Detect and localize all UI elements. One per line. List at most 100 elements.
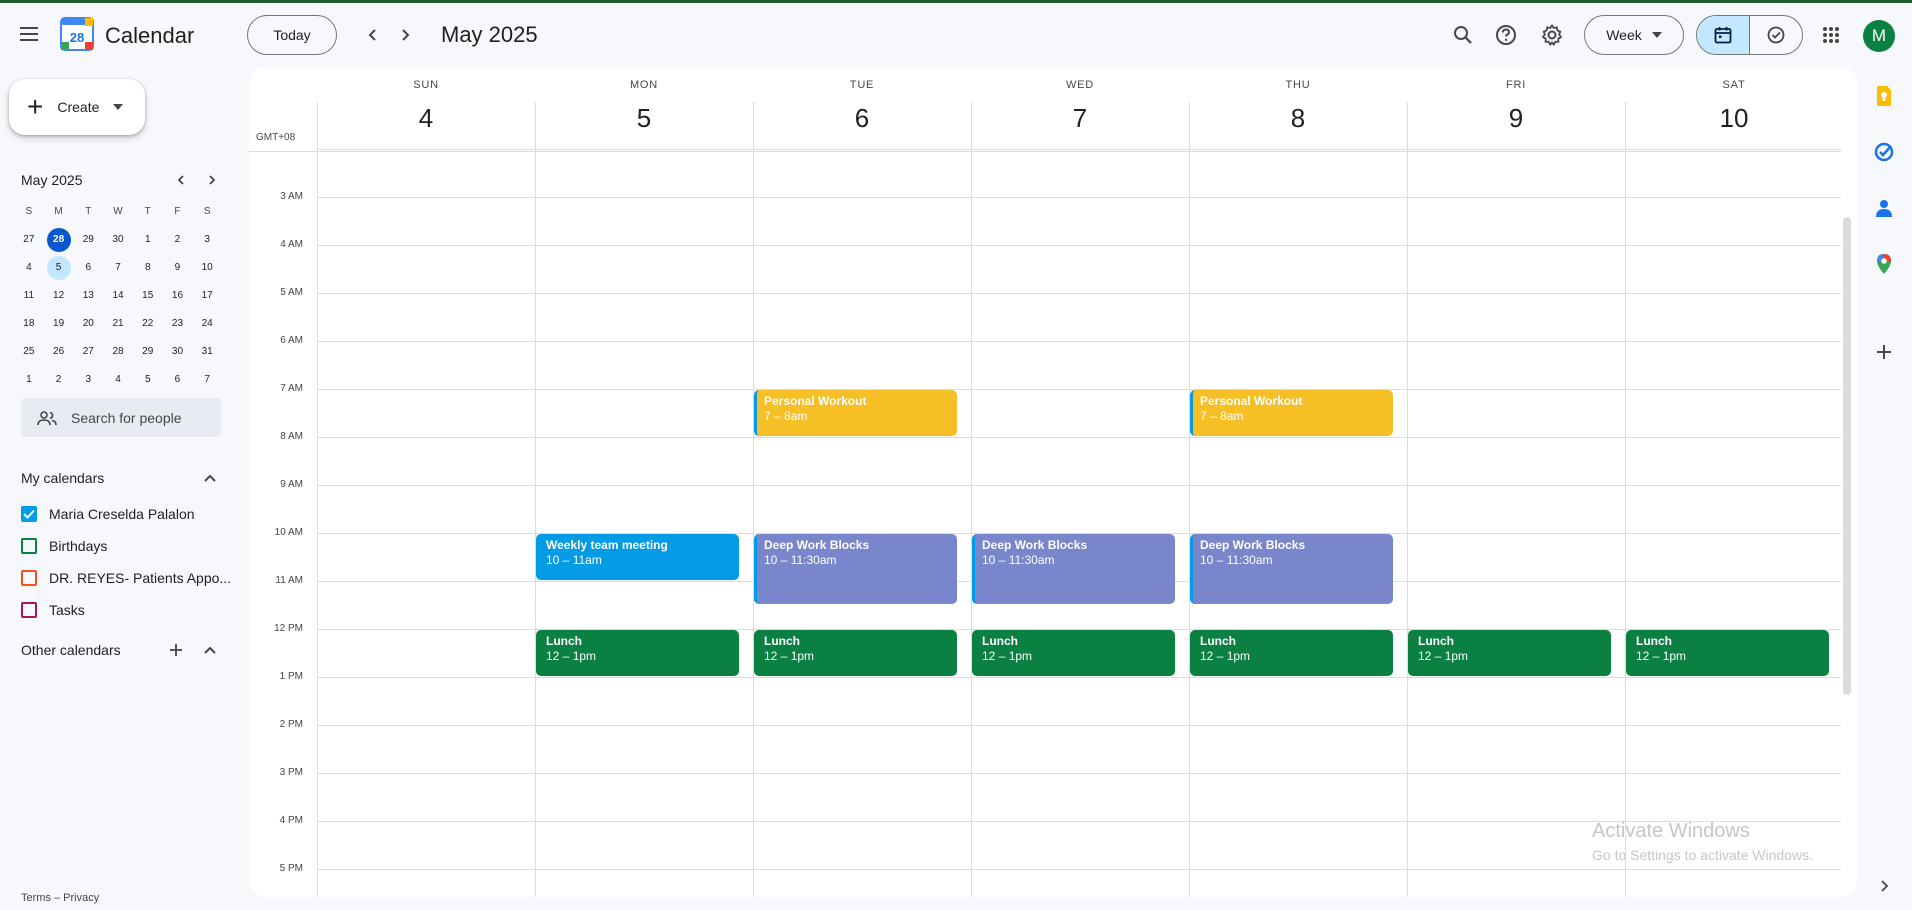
mini-calendar-previous-button[interactable]	[167, 166, 195, 194]
mini-calendar-day[interactable]: 1	[133, 228, 163, 252]
calendar-checkbox[interactable]	[21, 570, 37, 586]
calendar-event[interactable]: Lunch 12 – 1pm	[1190, 630, 1393, 676]
add-other-calendar-plus-icon[interactable]	[164, 638, 188, 662]
mini-calendar-day[interactable]: 3	[73, 368, 103, 392]
help-icon[interactable]	[1488, 17, 1524, 53]
day-number[interactable]: 6	[753, 103, 971, 134]
mini-calendar-day[interactable]: 6	[163, 368, 193, 392]
other-calendars-title[interactable]: Other calendars	[21, 642, 121, 658]
mini-calendar-day[interactable]: 16	[163, 284, 193, 308]
tasks-icon[interactable]	[1872, 140, 1896, 164]
calendar-item[interactable]: DR. REYES- Patients Appo...	[21, 566, 231, 590]
mini-calendar-day[interactable]: 9	[163, 256, 193, 280]
maps-icon[interactable]	[1872, 252, 1896, 276]
settings-gear-icon[interactable]	[1534, 17, 1570, 53]
terms-privacy-links[interactable]: Terms – Privacy	[21, 892, 99, 904]
mini-calendar-day[interactable]: 17	[192, 284, 222, 308]
expand-side-panel-chevron-icon[interactable]	[1872, 874, 1896, 898]
calendar-checkbox[interactable]	[21, 538, 37, 554]
mini-calendar-day[interactable]: 4	[14, 256, 44, 280]
grid-scrollbar[interactable]	[1843, 217, 1851, 695]
previous-week-button[interactable]	[355, 17, 391, 53]
mini-calendar-day[interactable]: 29	[73, 228, 103, 252]
mini-calendar-day[interactable]: 30	[103, 228, 133, 252]
mini-calendar-day[interactable]: 21	[103, 312, 133, 336]
calendar-item[interactable]: Maria Creselda Palalon	[21, 502, 195, 526]
calendar-event[interactable]: Lunch 12 – 1pm	[972, 630, 1175, 676]
search-icon[interactable]	[1445, 17, 1481, 53]
day-number[interactable]: 7	[971, 103, 1189, 134]
calendar-event[interactable]: Lunch 12 – 1pm	[536, 630, 739, 676]
contacts-icon[interactable]	[1872, 196, 1896, 220]
next-week-button[interactable]	[387, 17, 423, 53]
mini-calendar-day[interactable]: 5	[44, 256, 74, 280]
mini-calendar-day[interactable]: 11	[14, 284, 44, 308]
mini-calendar-day[interactable]: 27	[14, 228, 44, 252]
calendar-event[interactable]: Deep Work Blocks 10 – 11:30am	[1190, 534, 1393, 604]
mini-calendar-day[interactable]: 29	[133, 340, 163, 364]
mini-calendar-day[interactable]: 7	[192, 368, 222, 392]
calendar-checkbox[interactable]	[21, 506, 37, 522]
main-menu-icon[interactable]	[10, 15, 48, 53]
mini-calendar-day[interactable]: 28	[44, 228, 74, 252]
add-addon-plus-icon[interactable]	[1872, 340, 1896, 364]
mini-calendar-day[interactable]: 30	[163, 340, 193, 364]
calendar-event[interactable]: Deep Work Blocks 10 – 11:30am	[754, 534, 957, 604]
calendar-event[interactable]: Weekly team meeting 10 – 11am	[536, 534, 739, 580]
calendar-item[interactable]: Birthdays	[21, 534, 107, 558]
mini-calendar-day[interactable]: 27	[73, 340, 103, 364]
today-button[interactable]: Today	[247, 15, 337, 55]
mini-calendar-day[interactable]: 2	[44, 368, 74, 392]
day-column-header[interactable]: SAT 10	[1625, 67, 1843, 151]
view-switcher-dropdown[interactable]: Week	[1584, 15, 1684, 55]
mini-calendar-day[interactable]: 31	[192, 340, 222, 364]
day-column-header[interactable]: SUN 4	[317, 67, 535, 151]
google-apps-grid-icon[interactable]	[1813, 17, 1849, 53]
keep-notes-icon[interactable]	[1872, 84, 1896, 108]
calendar-view-toggle[interactable]	[1697, 16, 1750, 54]
day-column-header[interactable]: TUE 6	[753, 67, 971, 151]
mini-calendar-day[interactable]: 12	[44, 284, 74, 308]
mini-calendar-day[interactable]: 3	[192, 228, 222, 252]
day-number[interactable]: 9	[1407, 103, 1625, 134]
my-calendars-title[interactable]: My calendars	[21, 470, 104, 486]
account-avatar[interactable]: M	[1863, 20, 1895, 52]
chevron-up-icon[interactable]	[198, 466, 222, 490]
mini-calendar-next-button[interactable]	[198, 166, 226, 194]
time-grid[interactable]: 3 AM 4 AM 5 AM 6 AM 7 AM 8 AM 9 AM 10 AM 11 AM 12…	[249, 102, 1841, 897]
mini-calendar-day[interactable]: 28	[103, 340, 133, 364]
calendar-event[interactable]: Personal Workout 7 – 8am	[1190, 390, 1393, 436]
day-column-header[interactable]: MON 5	[535, 67, 753, 151]
day-column-header[interactable]: FRI 9	[1407, 67, 1625, 151]
mini-calendar-day[interactable]: 24	[192, 312, 222, 336]
day-column-header[interactable]: WED 7	[971, 67, 1189, 151]
create-button[interactable]: + Create	[9, 79, 145, 135]
mini-calendar-day[interactable]: 1	[14, 368, 44, 392]
mini-calendar-day[interactable]: 6	[73, 256, 103, 280]
day-number[interactable]: 4	[317, 103, 535, 134]
calendar-event[interactable]: Lunch 12 – 1pm	[754, 630, 957, 676]
calendar-item[interactable]: Tasks	[21, 598, 85, 622]
mini-calendar-day[interactable]: 5	[133, 368, 163, 392]
calendar-event[interactable]: Lunch 12 – 1pm	[1626, 630, 1829, 676]
mini-calendar-day[interactable]: 2	[163, 228, 193, 252]
search-for-people-field[interactable]: Search for people	[21, 398, 221, 437]
mini-calendar-day[interactable]: 4	[103, 368, 133, 392]
mini-calendar-day[interactable]: 15	[133, 284, 163, 308]
mini-calendar-day[interactable]: 13	[73, 284, 103, 308]
mini-calendar-day[interactable]: 26	[44, 340, 74, 364]
mini-calendar-day[interactable]: 20	[73, 312, 103, 336]
day-number[interactable]: 5	[535, 103, 753, 134]
day-number[interactable]: 10	[1625, 103, 1843, 134]
tasks-view-toggle[interactable]	[1750, 16, 1802, 54]
calendar-event[interactable]: Lunch 12 – 1pm	[1408, 630, 1611, 676]
calendar-event[interactable]: Personal Workout 7 – 8am	[754, 390, 957, 436]
chevron-up-icon[interactable]	[198, 638, 222, 662]
calendar-event[interactable]: Deep Work Blocks 10 – 11:30am	[972, 534, 1175, 604]
mini-calendar-day[interactable]: 18	[14, 312, 44, 336]
mini-calendar-day[interactable]: 25	[14, 340, 44, 364]
calendar-checkbox[interactable]	[21, 602, 37, 618]
day-column-header[interactable]: THU 8	[1189, 67, 1407, 151]
mini-calendar-day[interactable]: 10	[192, 256, 222, 280]
mini-calendar-day[interactable]: 14	[103, 284, 133, 308]
